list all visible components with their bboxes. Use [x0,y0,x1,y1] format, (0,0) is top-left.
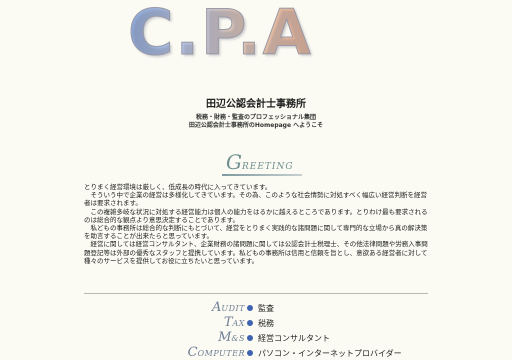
menu-item-audit-link[interactable]: 監査 [258,303,274,314]
subtitle-welcome: 田辺公認会計士事務所のHomepage へようこそ [188,122,324,129]
greeting-heading-initial: G [226,150,242,174]
greeting-body: とりまく経営環境は厳しく、低成長の時代に入ってきています。 そういう中で企業の経… [84,183,428,265]
menu-en-initial: A [211,300,222,315]
service-menu: AUDIT 監査 TAX 税務 M&S 経営コンサルタント COMPUTER パ… [188,300,402,360]
cpa-logo: C.P.A [128,0,313,69]
greeting-heading: GREETING [226,150,294,174]
greeting-paragraph: そういう中で企業の経営は多様化してきています。その為、このような社会情勢に対処す… [84,191,428,208]
office-name: 田辺公認会計士事務所 [206,99,306,110]
menu-item-tax-link[interactable]: 税務 [258,318,274,329]
greeting-heading-rest: REETING [241,162,294,172]
bullet-icon [247,320,253,326]
menu-item-computer-link[interactable]: パソコン・インターネットプロバイダー [258,348,402,359]
greeting-paragraph: この複雑多岐な状況に対処する経営能力は個人の能力をはるかに越えるところであります… [84,207,428,224]
section-divider [84,293,428,294]
greeting-paragraph: とりまく経営環境は厳しく、低成長の時代に入ってきています。 [84,183,272,191]
bullet-icon [247,350,253,356]
bullet-icon [247,335,253,341]
bullet-icon [247,305,253,311]
greeting-paragraph: 経営に関しては経営コンサルタント、企業財務の諸問題に関しては公認会計士税理士、そ… [84,240,428,265]
menu-en-rest: OMPUTER [197,349,245,358]
menu-item-computer-en: COMPUTER [188,341,245,360]
greeting-underline [222,174,302,176]
menu-item-consulting-link[interactable]: 経営コンサルタント [258,333,330,344]
greeting-paragraph: 私どもの事務所は総合的な判断にもとづいて、経営をとりまく実践的な諸問題に関して専… [84,224,428,241]
menu-item-audit[interactable]: AUDIT 監査 [192,300,392,315]
